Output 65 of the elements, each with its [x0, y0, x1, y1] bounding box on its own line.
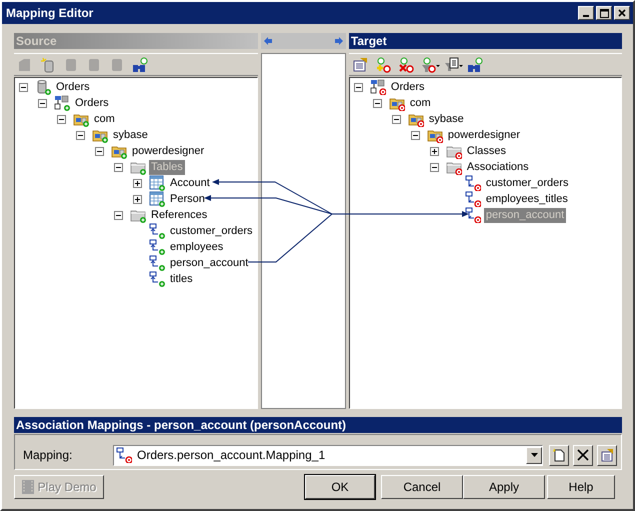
expander-icon[interactable] [392, 114, 401, 124]
tree-item[interactable]: Classes [464, 144, 508, 158]
tree-item[interactable]: customer_orders [168, 224, 255, 238]
tree-item[interactable]: References [149, 208, 210, 222]
expander-icon[interactable] [133, 194, 142, 204]
tree-item[interactable]: sybase [111, 128, 150, 142]
expander-icon[interactable] [410, 130, 420, 140]
tree-item[interactable]: Account [168, 176, 212, 190]
pane-header: Target [348, 33, 622, 49]
dialog-button[interactable]: Cancel [381, 475, 463, 499]
tree-item[interactable]: Person [168, 192, 207, 206]
expander-icon[interactable] [114, 162, 123, 172]
tree-item[interactable]: customer_orders [484, 176, 570, 190]
tree-item[interactable]: Associations [464, 160, 531, 174]
reference-icon [149, 239, 165, 255]
close-icon[interactable] [614, 6, 630, 20]
association-icon [464, 191, 481, 207]
mapping-dropdown[interactable]: Orders.person_account.Mapping_1 [113, 444, 543, 466]
tree-item[interactable]: Orders [73, 96, 111, 110]
tree-item[interactable]: Orders [54, 80, 92, 94]
maximize-icon[interactable] [596, 6, 612, 20]
expander-icon[interactable] [372, 98, 382, 108]
film-icon [22, 480, 34, 494]
expander-icon[interactable] [430, 162, 439, 172]
dialog-button[interactable]: OK [305, 475, 375, 499]
association-icon [464, 207, 481, 223]
properties-icon[interactable] [597, 444, 617, 466]
expander-icon[interactable] [19, 82, 28, 92]
expander-icon[interactable] [133, 178, 142, 188]
reference-icon [149, 223, 165, 239]
dialog-button[interactable]: Apply [463, 475, 545, 499]
model-icon [54, 95, 70, 111]
tree-item[interactable]: com [92, 112, 117, 126]
tree-item[interactable]: Orders [388, 80, 427, 94]
table-icon [149, 175, 165, 191]
tree-item[interactable]: powerdesigner [446, 128, 522, 142]
expander-icon[interactable] [38, 98, 47, 108]
minimize-icon[interactable] [578, 6, 594, 20]
field-label: Mapping: [23, 448, 74, 462]
expander-icon[interactable] [354, 82, 363, 92]
tree-item[interactable]: com [408, 96, 433, 110]
expander-icon[interactable] [57, 114, 66, 124]
new-icon[interactable] [549, 444, 569, 466]
expander-icon[interactable] [76, 130, 85, 140]
window-title: Mapping Editor [6, 6, 94, 20]
expander-icon[interactable] [95, 146, 104, 156]
pane-header: Source [14, 33, 258, 49]
reference-icon [149, 255, 165, 271]
tree-item[interactable]: titles [168, 272, 195, 286]
tree-item[interactable]: sybase [426, 112, 466, 126]
reference-icon [149, 271, 165, 287]
expander-icon[interactable] [430, 146, 439, 156]
tree-item[interactable]: person_account [168, 256, 250, 270]
association-icon [116, 447, 132, 463]
list-tool-icon[interactable] [442, 56, 465, 74]
association-icon [464, 175, 481, 191]
expander-icon[interactable] [114, 210, 123, 220]
tree-item[interactable]: employees_titles [484, 192, 570, 206]
delete-icon[interactable] [573, 444, 593, 466]
tree-item[interactable]: powerdesigner [130, 144, 206, 158]
tree-item[interactable]: employees [168, 240, 226, 254]
table-icon [149, 191, 165, 207]
dialog-button[interactable]: Help [547, 475, 615, 499]
section-header: Association Mappings - person_account (personAccount) [14, 417, 622, 433]
filter-tool-icon[interactable] [420, 56, 442, 74]
